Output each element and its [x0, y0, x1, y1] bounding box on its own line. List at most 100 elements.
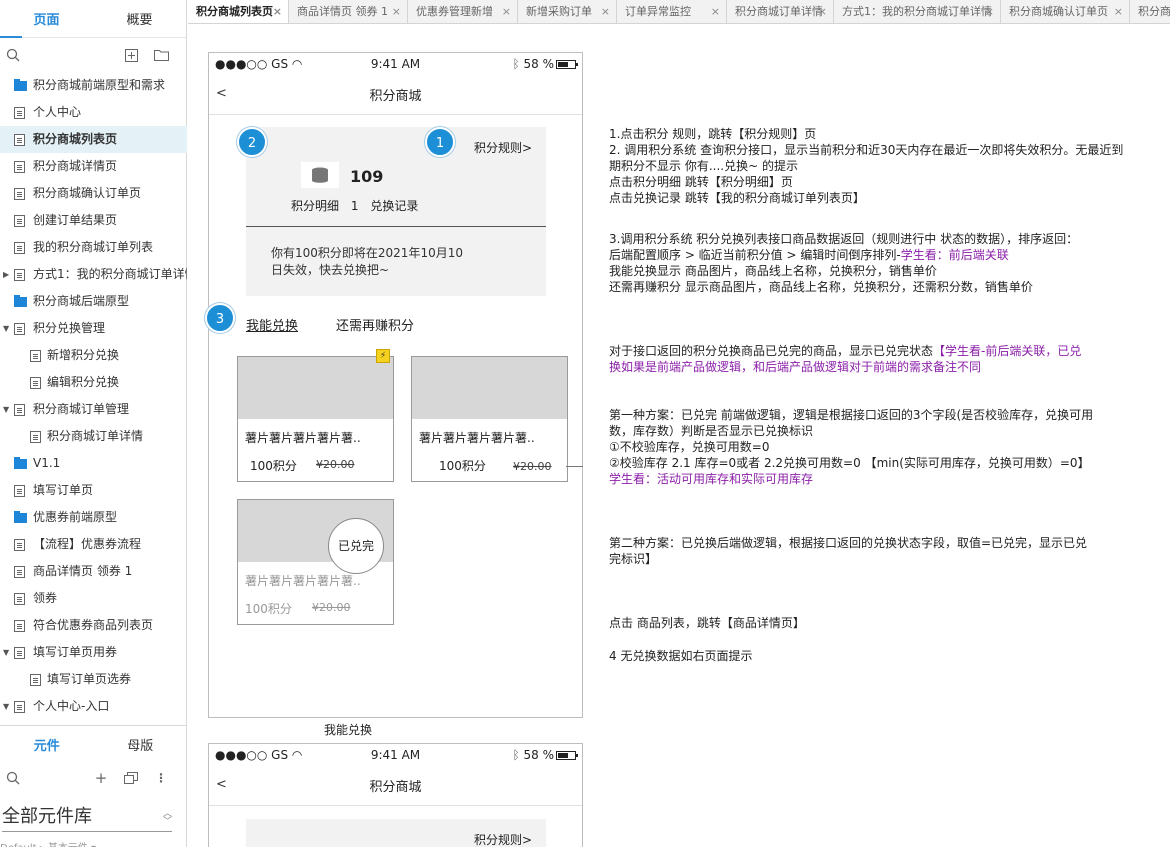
- close-icon[interactable]: ×: [985, 0, 994, 23]
- document-tab[interactable]: 方式1：我的积分商城订单详情 ×: [834, 0, 1001, 23]
- sidebar-page-item[interactable]: 填写订单页: [0, 477, 187, 504]
- tab-need-more-points[interactable]: 还需再赚积分: [336, 315, 414, 334]
- close-icon[interactable]: ×: [601, 0, 610, 23]
- note-line: 第一种方案：已兑完 前端做逻辑，逻辑是根据接口返回的3个字段(是否校验库存，兑换…: [609, 408, 1094, 438]
- battery-percent: 58 %: [523, 748, 555, 762]
- search-icon[interactable]: [5, 47, 21, 63]
- note-block-click: 点击 商品列表，跳转【商品详情页】: [609, 616, 805, 630]
- sidebar-page-item[interactable]: 积分商城列表页: [0, 126, 187, 153]
- sidebar-page-item[interactable]: ▼ 积分商城订单管理: [0, 396, 187, 423]
- note-line: 还需再赚积分 显示商品图片，商品线上名称，兑换积分，还需积分数，销售单价: [609, 280, 1033, 294]
- folder-icon: [14, 511, 27, 523]
- page-icon: [14, 188, 25, 200]
- sidebar-page-item[interactable]: ▼ 个人中心-入口: [0, 693, 187, 720]
- close-icon[interactable]: ×: [818, 0, 827, 23]
- close-icon[interactable]: ×: [711, 0, 720, 23]
- links-separator: 1: [350, 199, 359, 213]
- left-sidebar: 页面 概要 积分商城前端原型和需求 个人中心 积分商城列表页 积分商城详情页 积分商城确…: [0, 0, 187, 847]
- add-folder-icon[interactable]: [153, 47, 169, 63]
- search-icon[interactable]: [5, 770, 21, 786]
- sidebar-page-item[interactable]: 【流程】优惠券流程: [0, 531, 187, 558]
- close-icon[interactable]: ×: [502, 0, 511, 23]
- product-points: 100积分: [250, 459, 297, 473]
- battery-percent: 58 %: [523, 57, 555, 71]
- product-name: 薯片薯片薯片薯片薯..: [245, 431, 361, 445]
- sidebar-page-item[interactable]: ▼ 填写订单页用券: [0, 639, 187, 666]
- sidebar-page-label: V1.1: [33, 456, 61, 470]
- sidebar-page-item[interactable]: 创建订单结果页: [0, 207, 187, 234]
- battery-icon: [556, 60, 578, 69]
- sidebar-page-item[interactable]: 填写订单页选券: [0, 666, 187, 693]
- page-title: 积分商城: [369, 89, 422, 104]
- note-line: 2. 调用积分系统 查询积分接口，显示当前积分和近30天内存在最近一次即将失效积…: [609, 143, 1124, 173]
- sidebar-page-item[interactable]: ▶ 方式1：我的积分商城订单详情: [0, 261, 187, 288]
- close-icon[interactable]: ×: [1114, 0, 1123, 23]
- annotation-marker-2: 2: [237, 127, 267, 157]
- document-tab-label: 商品详情页 领券 1: [297, 5, 388, 18]
- document-tab[interactable]: 积分商城列表页 ×: [188, 0, 289, 23]
- note-block-3: 3.调用积分系统 积分兑换列表接口商品数据返回（规则进行中 状态的数据），排序返…: [609, 231, 1084, 295]
- document-tab[interactable]: 优惠券管理新增 ×: [408, 0, 518, 23]
- document-tab[interactable]: 积分商城确认订单页 ×: [1001, 0, 1130, 23]
- sidebar-page-item[interactable]: 商品详情页 领券 1: [0, 558, 187, 585]
- card-divider: [246, 226, 546, 227]
- sidebar-page-item[interactable]: 我的积分商城订单列表: [0, 234, 187, 261]
- document-tab-label: 积分商城订单详情: [735, 5, 823, 18]
- sidebar-page-item[interactable]: 优惠券前端原型: [0, 504, 187, 531]
- document-tab[interactable]: 商品详情页 领券 1 ×: [289, 0, 408, 23]
- add-page-icon[interactable]: [123, 47, 139, 63]
- points-rule-link[interactable]: 积分规则>: [474, 831, 532, 847]
- nav-bar: < 积分商城: [209, 75, 582, 115]
- sidebar-page-item[interactable]: ▼ 积分兑换管理: [0, 315, 187, 342]
- sidebar-page-item[interactable]: 积分商城详情页: [0, 153, 187, 180]
- document-tab[interactable]: 积分商城订单详情 ×: [727, 0, 834, 23]
- sidebar-page-item[interactable]: 积分商城后端原型: [0, 288, 187, 315]
- page-icon: [14, 215, 25, 227]
- note-block-4: 4 无兑换数据如右页面提示: [609, 649, 753, 663]
- tab-widgets[interactable]: 元件: [0, 726, 94, 763]
- tab-pages[interactable]: 页面: [0, 0, 93, 37]
- points-rule-link[interactable]: 积分规则>: [474, 139, 532, 156]
- select-arrows-icon: ︿ ﹀: [162, 809, 172, 827]
- sidebar-page-item[interactable]: 积分商城前端原型和需求: [0, 72, 187, 99]
- product-card-soldout[interactable]: 薯片薯片薯片薯片薯.. 100积分 ¥20.00 已兑完: [237, 499, 394, 625]
- chevron-down-icon[interactable]: ▼: [3, 315, 9, 342]
- sidebar-page-item[interactable]: 个人中心: [0, 99, 187, 126]
- sidebar-page-item[interactable]: V1.1: [0, 450, 187, 477]
- page-icon: [14, 242, 25, 254]
- tab-outline[interactable]: 概要: [93, 0, 186, 37]
- sidebar-page-item[interactable]: 领券: [0, 585, 187, 612]
- close-icon[interactable]: ×: [392, 0, 401, 23]
- product-card[interactable]: 薯片薯片薯片薯片薯.. 100积分 ¥20.00: [411, 356, 568, 482]
- tab-can-exchange[interactable]: 我能兑换: [246, 315, 298, 334]
- more-options-icon[interactable]: ⋮: [153, 770, 169, 786]
- chevron-down-icon[interactable]: ▼: [3, 693, 9, 720]
- sidebar-page-item[interactable]: 积分商城确认订单页: [0, 180, 187, 207]
- chevron-down-icon[interactable]: ▼: [3, 639, 9, 666]
- document-tab[interactable]: 新增采购订单 ×: [518, 0, 617, 23]
- chevron-right-icon[interactable]: ▶: [3, 261, 9, 288]
- document-tab[interactable]: 积分商城...×: [1130, 0, 1170, 23]
- sidebar-page-label: 【流程】优惠券流程: [33, 537, 142, 551]
- product-card[interactable]: ⚡ 薯片薯片薯片薯片薯.. 100积分 ¥20.00: [237, 349, 394, 482]
- page-icon: [14, 566, 25, 578]
- duplicate-icon[interactable]: [123, 770, 139, 786]
- sidebar-page-item[interactable]: 符合优惠券商品列表页: [0, 612, 187, 639]
- page-icon: [30, 674, 41, 686]
- page-icon: [30, 350, 41, 362]
- exchange-record-link[interactable]: 兑换记录: [370, 199, 418, 213]
- chevron-down-icon[interactable]: ▼: [3, 396, 9, 423]
- folder-icon: [14, 457, 27, 469]
- page-icon: [14, 701, 25, 713]
- sidebar-page-label: 编辑积分兑换: [47, 375, 120, 389]
- document-tab[interactable]: 订单异常监控 ×: [617, 0, 727, 23]
- close-icon[interactable]: ×: [273, 0, 282, 23]
- points-detail-link[interactable]: 积分明细: [291, 199, 339, 213]
- sidebar-page-item[interactable]: 新增积分兑换: [0, 342, 187, 369]
- library-select[interactable]: 全部元件库 ︿ ﹀: [2, 806, 172, 832]
- sidebar-page-item[interactable]: 积分商城订单详情: [0, 423, 187, 450]
- note-line: ①不校验库存，兑换可用数=0: [609, 440, 770, 454]
- sidebar-page-item[interactable]: 编辑积分兑换: [0, 369, 187, 396]
- add-library-icon[interactable]: +: [93, 769, 109, 787]
- tab-masters[interactable]: 母版: [94, 726, 188, 763]
